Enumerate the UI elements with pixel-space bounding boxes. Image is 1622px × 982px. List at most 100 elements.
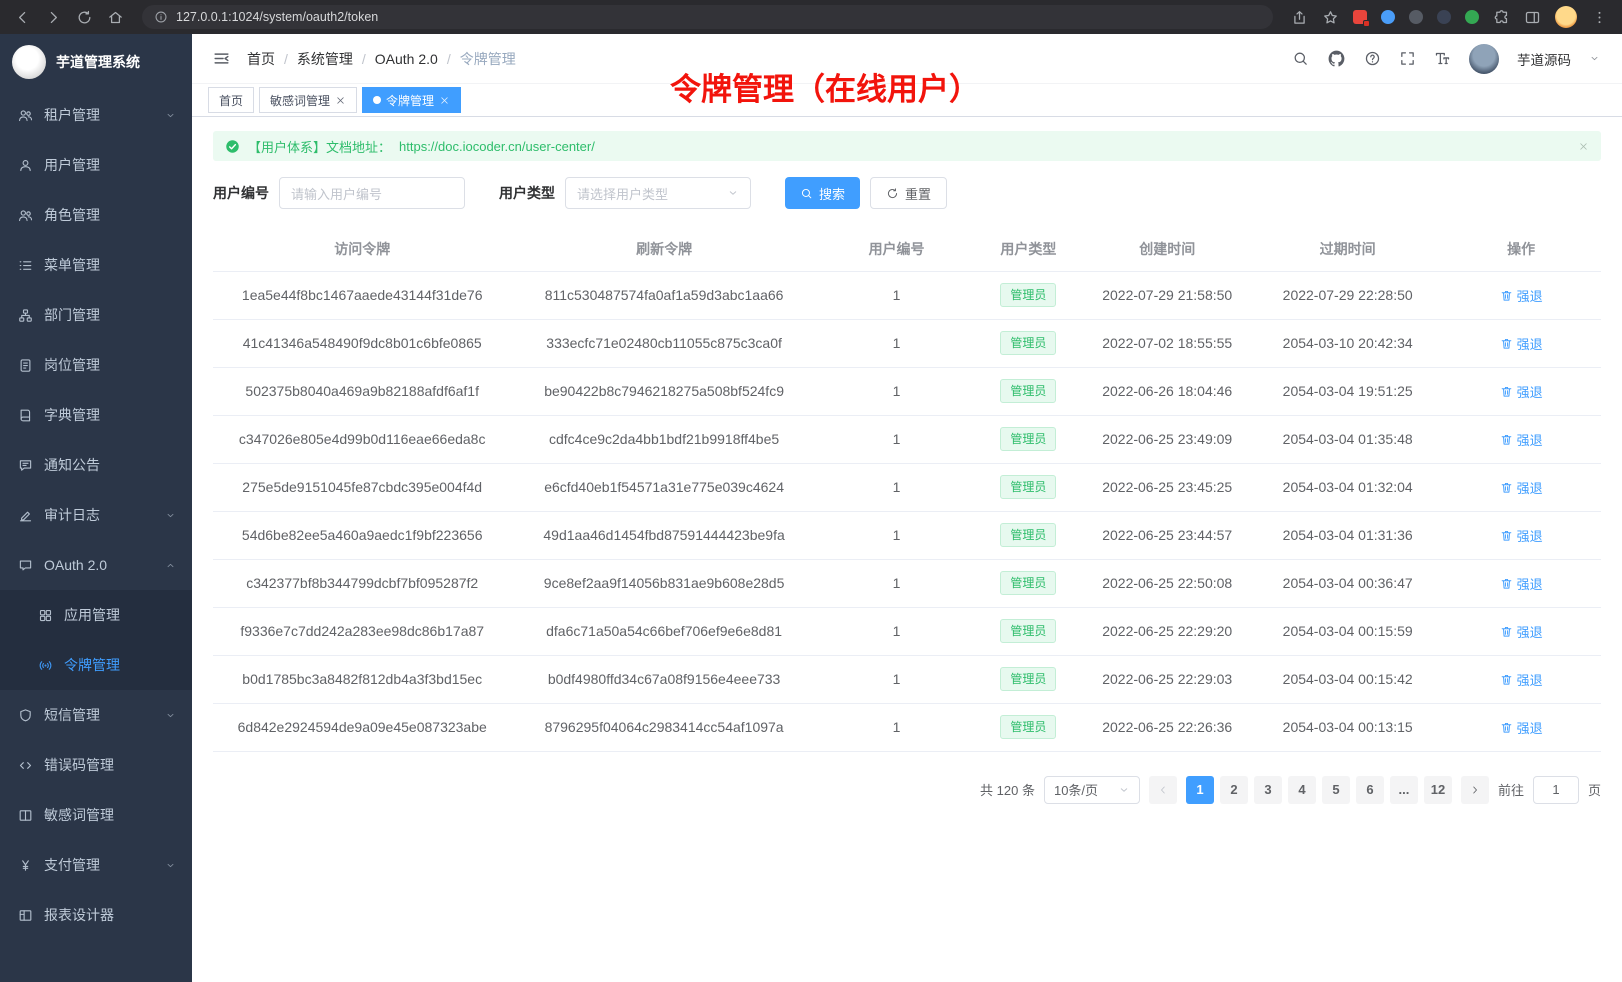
action-cell: 强退 [1441, 463, 1601, 511]
pagination-page-button[interactable]: 4 [1288, 776, 1316, 804]
app-logo[interactable]: 芋道管理系统 [0, 34, 192, 90]
refresh-token-cell: 49d1aa46d1454fbd87591444423be9fa [511, 511, 816, 559]
sidebar-item-label: 租户管理 [44, 105, 154, 125]
bookmark-star-icon[interactable] [1322, 9, 1339, 26]
tab-home[interactable]: 首页 [208, 87, 254, 113]
reset-button[interactable]: 重置 [870, 177, 947, 209]
sidebar-item-report-designer[interactable]: 报表设计器 [0, 890, 192, 940]
help-icon[interactable] [1364, 50, 1381, 67]
hamburger-icon[interactable] [212, 49, 231, 68]
force-logout-button[interactable]: 强退 [1500, 718, 1543, 737]
force-logout-button[interactable]: 强退 [1500, 430, 1543, 449]
pagination-goto-input[interactable] [1533, 776, 1579, 804]
user-menu-caret-icon[interactable] [1589, 53, 1600, 64]
sidebar-item-label: 菜单管理 [44, 255, 176, 275]
sidebar-item-error-code[interactable]: 错误码管理 [0, 740, 192, 790]
sidebar-item-sms[interactable]: 短信管理 [0, 690, 192, 740]
side-panel-icon[interactable] [1524, 9, 1541, 26]
breadcrumb-item[interactable]: 首页 [247, 49, 275, 69]
sidebar-item-user[interactable]: 用户管理 [0, 140, 192, 190]
browser-profile-avatar[interactable] [1555, 6, 1577, 28]
pagination-more-button[interactable]: ... [1390, 776, 1418, 804]
browser-menu-icon[interactable] [1591, 9, 1608, 26]
extension-icon-1[interactable] [1353, 10, 1367, 24]
pagination-page-button[interactable]: 6 [1356, 776, 1384, 804]
sidebar-item-pay[interactable]: 支付管理 [0, 840, 192, 890]
extension-icon-5[interactable] [1465, 10, 1479, 24]
tab-sensitive-word[interactable]: 敏感词管理 [259, 87, 357, 113]
sidebar-item-dict[interactable]: 字典管理 [0, 390, 192, 440]
sidebar-item-menu[interactable]: 菜单管理 [0, 240, 192, 290]
force-logout-label: 强退 [1517, 718, 1543, 737]
user-type-badge: 管理员 [1000, 379, 1056, 403]
sidebar-item-oauth2-token[interactable]: 令牌管理 [0, 640, 192, 690]
sidebar-item-tenant[interactable]: 租户管理 [0, 90, 192, 140]
pagination-next-button[interactable] [1461, 776, 1489, 804]
search-icon[interactable] [1292, 50, 1309, 67]
forward-icon[interactable] [45, 9, 62, 26]
pagination-prev-button[interactable] [1149, 776, 1177, 804]
force-logout-button[interactable]: 强退 [1500, 622, 1543, 641]
sidebar-item-notice[interactable]: 通知公告 [0, 440, 192, 490]
user-type-badge: 管理员 [1000, 523, 1056, 547]
extension-icon-2[interactable] [1381, 10, 1395, 24]
alert-doc-link[interactable]: https://doc.iocoder.cn/user-center/ [399, 139, 595, 154]
sidebar-item-role[interactable]: 角色管理 [0, 190, 192, 240]
force-logout-button[interactable]: 强退 [1500, 574, 1543, 593]
column-header: 用户类型 [976, 227, 1080, 271]
breadcrumb: 首页/系统管理/OAuth 2.0/令牌管理 [247, 49, 516, 69]
tab-close-icon[interactable] [335, 95, 346, 106]
page-size-select[interactable]: 10条/页 [1044, 776, 1140, 804]
pagination-page-button[interactable]: 2 [1220, 776, 1248, 804]
sidebar-item-post[interactable]: 岗位管理 [0, 340, 192, 390]
trash-icon [1500, 529, 1513, 542]
site-info-icon[interactable] [154, 10, 168, 24]
user-type-cell: 管理员 [976, 607, 1080, 655]
tab-token[interactable]: 令牌管理 [362, 87, 461, 113]
refresh-icon[interactable] [76, 9, 93, 26]
user-type-cell: 管理员 [976, 463, 1080, 511]
back-icon[interactable] [14, 9, 31, 26]
home-icon[interactable] [107, 9, 124, 26]
user-avatar[interactable] [1469, 44, 1499, 74]
force-logout-button[interactable]: 强退 [1500, 478, 1543, 497]
sidebar-item-dept[interactable]: 部门管理 [0, 290, 192, 340]
fullscreen-icon[interactable] [1399, 50, 1416, 67]
search-button[interactable]: 搜索 [785, 177, 860, 209]
force-logout-button[interactable]: 强退 [1500, 526, 1543, 545]
pagination-page-button[interactable]: 5 [1322, 776, 1350, 804]
extension-icon-4[interactable] [1437, 10, 1451, 24]
user-type-select[interactable]: 请选择用户类型 [565, 177, 751, 209]
action-cell: 强退 [1441, 319, 1601, 367]
tree-icon [18, 308, 33, 323]
address-bar[interactable]: 127.0.0.1:1024/system/oauth2/token [142, 5, 1273, 29]
reset-button-icon [886, 187, 899, 200]
select-caret-icon [727, 187, 739, 199]
github-icon[interactable] [1327, 49, 1346, 68]
extension-icon-3[interactable] [1409, 10, 1423, 24]
pagination-page-button[interactable]: 12 [1424, 776, 1452, 804]
breadcrumb-item[interactable]: OAuth 2.0 [375, 51, 438, 67]
force-logout-button[interactable]: 强退 [1500, 334, 1543, 353]
breadcrumb-item[interactable]: 系统管理 [297, 49, 353, 69]
force-logout-button[interactable]: 强退 [1500, 286, 1543, 305]
pagination-page-button[interactable]: 3 [1254, 776, 1282, 804]
font-size-icon[interactable] [1434, 50, 1451, 67]
extensions-puzzle-icon[interactable] [1493, 9, 1510, 26]
sidebar-item-oauth2-app[interactable]: 应用管理 [0, 590, 192, 640]
force-logout-button[interactable]: 强退 [1500, 382, 1543, 401]
pagination-page-button[interactable]: 1 [1186, 776, 1214, 804]
force-logout-label: 强退 [1517, 334, 1543, 353]
table-row: 6d842e2924594de9a09e45e087323abe8796295f… [213, 703, 1601, 751]
force-logout-button[interactable]: 强退 [1500, 670, 1543, 689]
sidebar-item-audit-log[interactable]: 审计日志 [0, 490, 192, 540]
share-icon[interactable] [1291, 9, 1308, 26]
table-row: 275e5de9151045fe87cbdc395e004f4de6cfd40e… [213, 463, 1601, 511]
sidebar-item-sensitive-word[interactable]: 敏感词管理 [0, 790, 192, 840]
tab-close-icon[interactable] [439, 95, 450, 106]
user-id-input[interactable]: 请输入用户编号 [279, 177, 465, 209]
user-name[interactable]: 芋道源码 [1517, 49, 1571, 69]
sidebar-item-oauth2[interactable]: OAuth 2.0 [0, 540, 192, 590]
create-time-cell: 2022-07-02 18:55:55 [1080, 319, 1254, 367]
alert-close-icon[interactable] [1578, 141, 1589, 152]
